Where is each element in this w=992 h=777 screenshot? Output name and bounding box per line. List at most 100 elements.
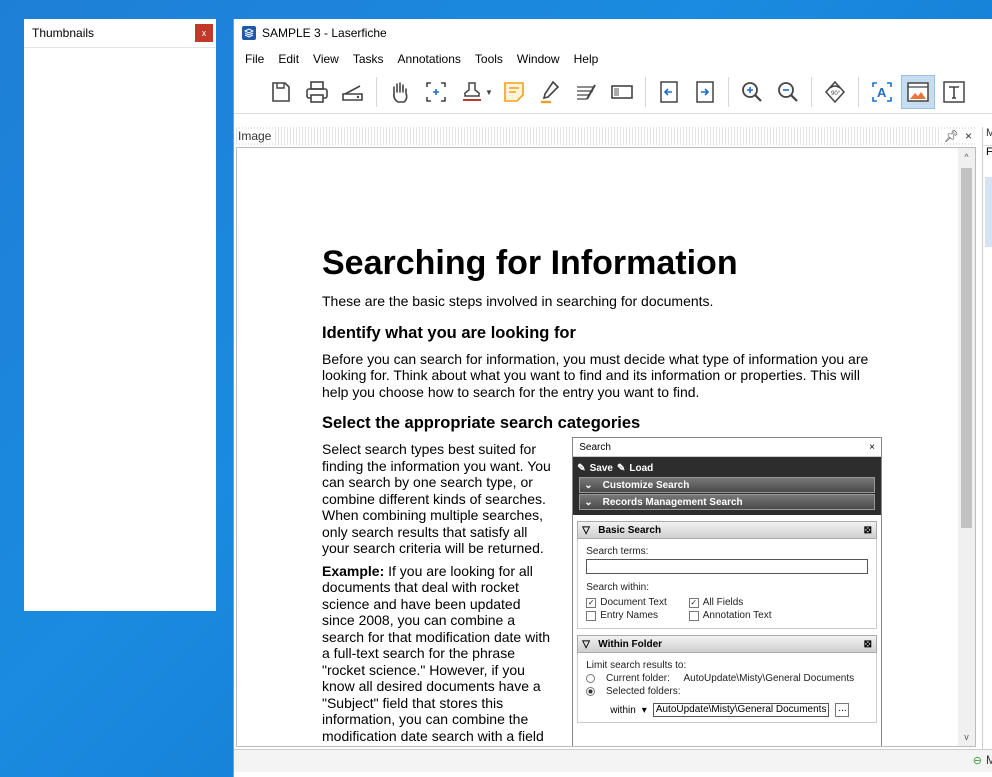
collapse-chevron-icon: ▽ xyxy=(582,524,590,536)
document-page: Searching for Information These are the … xyxy=(322,244,882,747)
menu-edit[interactable]: Edit xyxy=(271,52,306,66)
section-close-icon: ⊠ xyxy=(863,638,872,650)
records-search-bar: ⌄ Records Management Search xyxy=(579,494,875,510)
scrollbar-thumb[interactable] xyxy=(961,168,972,528)
toolbar-separator xyxy=(727,77,729,107)
section-heading-categories: Select the appropriate search categories xyxy=(322,414,641,432)
document-intro: These are the basic steps involved in se… xyxy=(322,293,714,309)
status-bar: ⊖ M xyxy=(234,749,992,772)
previous-page-icon[interactable] xyxy=(652,75,686,109)
next-page-icon[interactable] xyxy=(688,75,722,109)
print-icon[interactable] xyxy=(300,75,334,109)
paragraph-example: Example: If you are looking for all docu… xyxy=(322,562,556,747)
metadata-pane-label: M xyxy=(983,127,992,146)
menu-annotations[interactable]: Annotations xyxy=(391,52,468,66)
scroll-down-icon[interactable]: v xyxy=(958,730,975,744)
select-region-icon[interactable] xyxy=(419,75,453,109)
toolbar-separator xyxy=(810,77,812,107)
toolbar-separator xyxy=(857,77,859,107)
current-folder-label: Current folder: xyxy=(606,673,670,684)
menu-tasks[interactable]: Tasks xyxy=(346,52,391,66)
expand-chevron-icon: ⌄ xyxy=(584,479,593,491)
link-icon: ⊖ xyxy=(972,754,982,767)
image-viewer[interactable]: ^ v Searching for Information These are … xyxy=(236,147,976,747)
basic-search-label: Basic Search xyxy=(598,524,662,536)
metadata-row[interactable]: F xyxy=(983,146,992,158)
entry-names-label: Entry Names xyxy=(600,610,659,621)
radio-icon xyxy=(586,674,596,683)
search-dialog-toolbar: ✎ Save ✎ Load ⌄ Customize Search ⌄ Records… xyxy=(573,457,881,515)
image-pane-close-button[interactable]: × xyxy=(965,129,972,143)
checkbox-checked-icon: ✓ xyxy=(688,597,699,608)
paragraph-categories: Select search types best suited for find… xyxy=(322,441,551,556)
menu-tools[interactable]: Tools xyxy=(468,52,510,66)
load-search-icon: ✎ xyxy=(616,462,626,474)
within-folder-header: ▽ Within Folder ⊠ xyxy=(577,635,877,653)
metadata-selected-row[interactable] xyxy=(985,177,992,247)
ocr-text-icon[interactable]: A xyxy=(865,75,899,109)
folder-path-field: AutoUpdate\Misty\General Documents xyxy=(652,703,830,717)
menu-view[interactable]: View xyxy=(306,52,346,66)
basic-search-header: ▽ Basic Search ⊠ xyxy=(577,521,877,539)
image-pane-header: Image 📌︎ × xyxy=(234,127,976,145)
expand-chevron-icon: ⌄ xyxy=(584,496,593,508)
svg-text:90°: 90° xyxy=(831,91,841,97)
hand-tool-icon[interactable] xyxy=(383,75,417,109)
menu-help[interactable]: Help xyxy=(567,52,606,66)
laserfiche-app-icon xyxy=(242,26,256,40)
zoom-in-icon[interactable] xyxy=(735,75,769,109)
customize-search-bar: ⌄ Customize Search xyxy=(579,477,875,493)
thumbnails-pane: Thumbnails x xyxy=(24,19,216,611)
image-pane-label: Image xyxy=(238,129,276,143)
rotate-icon[interactable]: 90° xyxy=(818,75,852,109)
document-text-label: Document Text xyxy=(600,597,667,608)
checkbox-checked-icon: ✓ xyxy=(586,597,597,608)
search-terms-field xyxy=(586,559,868,574)
thumbnails-close-button[interactable]: x xyxy=(195,24,213,42)
collapse-chevron-icon: ▽ xyxy=(582,638,590,650)
show-text-icon[interactable] xyxy=(937,75,971,109)
thumbnails-title: Thumbnails xyxy=(32,26,95,40)
current-folder-path: AutoUpdate\Misty\General Documents xyxy=(683,673,855,684)
scroll-up-icon[interactable]: ^ xyxy=(958,150,975,164)
toolbar-separator xyxy=(644,77,646,107)
dropdown-arrow-icon: ▾ xyxy=(641,704,647,716)
menu-window[interactable]: Window xyxy=(510,52,567,66)
checkbox-icon xyxy=(586,610,597,621)
vertical-scrollbar[interactable]: ^ v xyxy=(958,148,975,746)
within-folder-label: Within Folder xyxy=(598,638,663,650)
section-heading-identify: Identify what you are looking for xyxy=(322,323,576,342)
search-terms-label: Search terms: xyxy=(586,546,649,557)
image-pane-controls: 📌︎ × xyxy=(939,129,976,143)
status-text: M xyxy=(986,753,992,767)
redaction-icon[interactable] xyxy=(605,75,639,109)
search-dialog-titlebar: Search × xyxy=(573,438,881,457)
limit-results-label: Limit search results to: xyxy=(586,660,687,671)
pin-icon[interactable]: 📌︎ xyxy=(944,129,959,143)
menu-bar: File Edit View Tasks Annotations Tools W… xyxy=(234,47,992,71)
search-dialog-title: Search xyxy=(579,441,611,453)
search-within-label: Search within: xyxy=(586,582,650,593)
within-select: within xyxy=(610,704,636,716)
save-icon[interactable] xyxy=(264,75,298,109)
toolbar-separator xyxy=(376,77,377,107)
stamp-dropdown-icon[interactable]: ▼ xyxy=(485,88,493,97)
thumbnails-header: Thumbnails x xyxy=(24,19,216,48)
paragraph-identify: Before you can search for information, y… xyxy=(322,350,869,400)
highlighter-icon[interactable] xyxy=(533,75,567,109)
search-dialog-close-icon: × xyxy=(869,441,875,453)
selected-folders-label: Selected folders: xyxy=(606,686,681,697)
example-text: If you are looking for all documents tha… xyxy=(322,562,551,747)
sticky-note-icon[interactable] xyxy=(497,75,531,109)
svg-text:A: A xyxy=(877,85,887,100)
stamp-icon[interactable] xyxy=(455,75,489,109)
show-image-icon[interactable] xyxy=(900,75,935,109)
basic-search-section: ▽ Basic Search ⊠ Search terms: Search wi… xyxy=(577,521,877,629)
strikethrough-icon[interactable] xyxy=(569,75,603,109)
checkbox-icon xyxy=(688,610,699,621)
menu-file[interactable]: File xyxy=(238,52,271,66)
section-close-icon: ⊠ xyxy=(863,524,872,536)
records-search-label: Records Management Search xyxy=(602,496,743,508)
scan-icon[interactable] xyxy=(336,75,370,109)
zoom-out-icon[interactable] xyxy=(771,75,805,109)
